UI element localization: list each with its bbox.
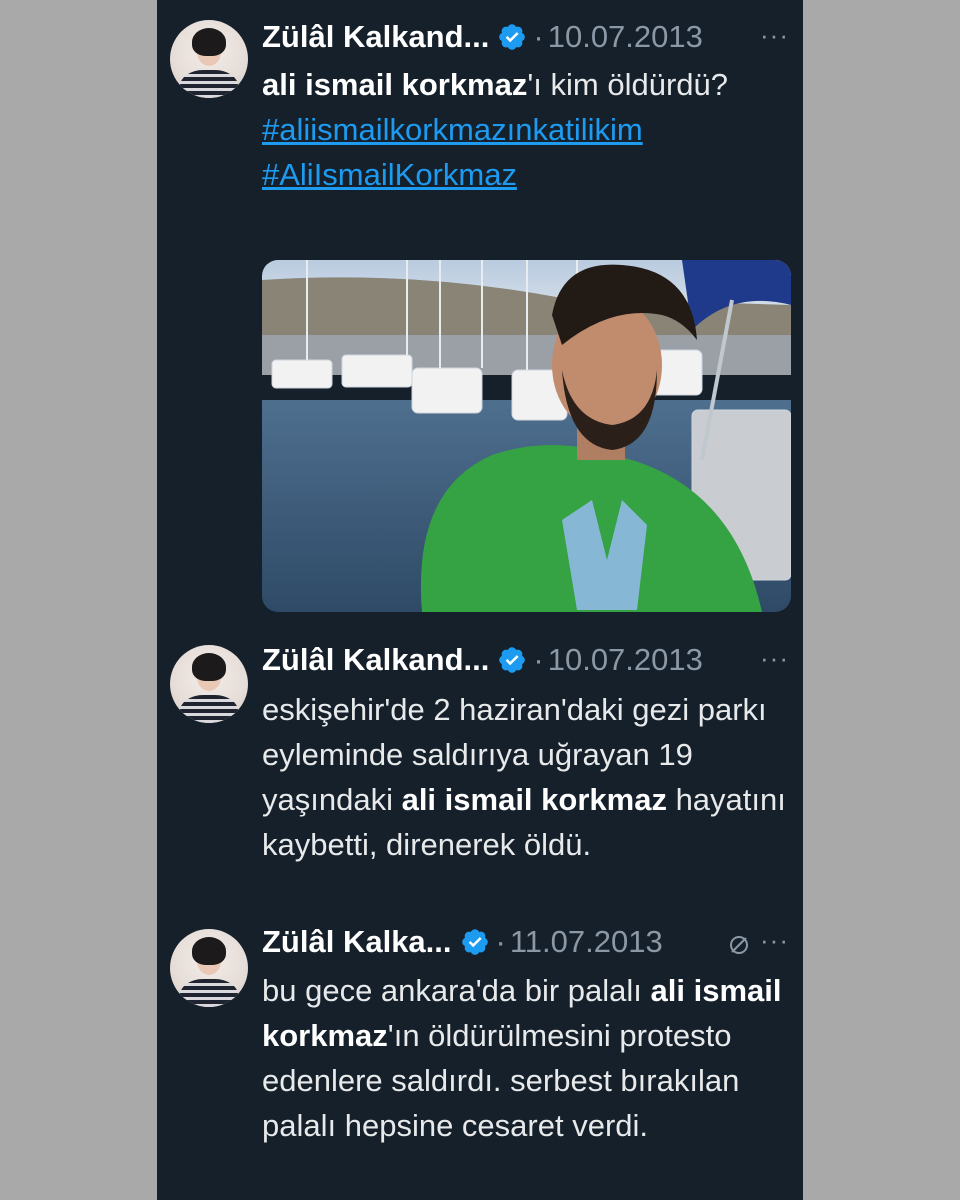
more-options-icon[interactable]: ···: [760, 20, 789, 51]
tweet-thread: Zülâl Kalkand... · 10.07.2013 ··· ali is…: [157, 0, 803, 1200]
text-segment: bu gece ankara'da bir palalı: [262, 973, 651, 1008]
avatar[interactable]: [170, 20, 248, 98]
separator: ·: [533, 642, 544, 677]
verified-badge-icon: [499, 647, 526, 673]
tweet-header: Zülâl Kalka... · 11.07.2013: [262, 922, 663, 962]
hashtag-link-1[interactable]: #aliismailkorkmazınkatilikim: [262, 107, 792, 152]
author-name[interactable]: Zülâl Kalkand...: [262, 19, 489, 55]
more-options-icon[interactable]: ···: [760, 643, 789, 674]
tweet-1[interactable]: Zülâl Kalkand... · 10.07.2013 ··· ali is…: [157, 0, 803, 630]
verified-badge-icon: [499, 24, 526, 50]
more-options-icon[interactable]: ···: [760, 925, 789, 956]
tweet-2[interactable]: Zülâl Kalkand... · 10.07.2013 ··· eskişe…: [157, 630, 803, 920]
photo-image: [262, 260, 791, 612]
text-segment: 'ı kim öldürdü?: [527, 67, 728, 102]
tweet-text: ali ismail korkmaz'ı kim öldürdü? #aliis…: [262, 62, 792, 197]
edit-history-icon[interactable]: [727, 933, 751, 957]
highlight-name: ali ismail korkmaz: [262, 67, 528, 102]
tweet-text: eskişehir'de 2 haziran'daki gezi parkı e…: [262, 687, 792, 867]
separator: ·: [495, 924, 506, 959]
tweet-date[interactable]: 10.07.2013: [548, 642, 703, 678]
tweet-photo[interactable]: [262, 260, 791, 612]
tweet-text: bu gece ankara'da bir palalı ali ismail …: [262, 968, 792, 1148]
tweet-date[interactable]: 11.07.2013: [510, 924, 663, 960]
hashtag-link-2[interactable]: #AliIsmailKorkmaz: [262, 152, 792, 197]
avatar[interactable]: [170, 645, 248, 723]
tweet-date[interactable]: 10.07.2013: [548, 19, 703, 55]
highlight-name: ali ismail korkmaz: [401, 782, 667, 817]
tweet-header: Zülâl Kalkand... · 10.07.2013: [262, 640, 703, 680]
tweet-header: Zülâl Kalkand... · 10.07.2013: [262, 17, 703, 57]
verified-badge-icon: [461, 929, 488, 955]
author-name[interactable]: Zülâl Kalka...: [262, 924, 452, 960]
separator: ·: [533, 19, 544, 54]
author-name[interactable]: Zülâl Kalkand...: [262, 642, 489, 678]
tweet-3[interactable]: Zülâl Kalka... · 11.07.2013 ··· bu gece …: [157, 915, 803, 1200]
avatar[interactable]: [170, 929, 248, 1007]
